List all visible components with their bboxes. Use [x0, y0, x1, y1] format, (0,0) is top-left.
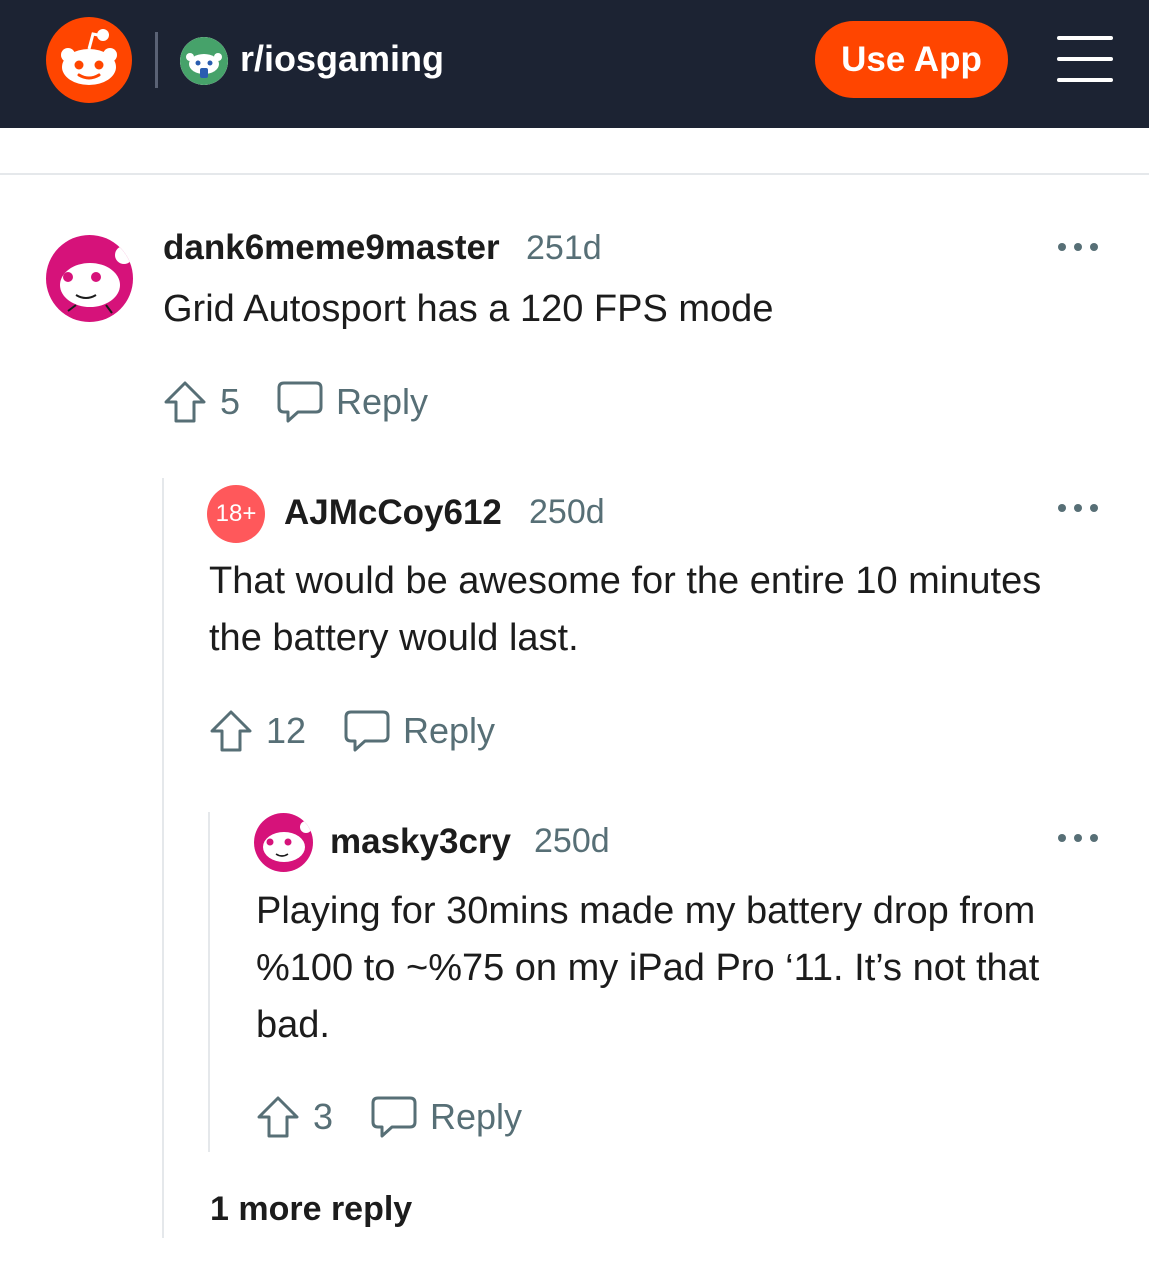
reddit-logo-icon[interactable] [46, 17, 132, 103]
reply-label: Reply [430, 1096, 523, 1137]
comment-username[interactable]: masky3cry [330, 822, 511, 862]
comment-username[interactable]: dank6meme9master [163, 228, 500, 268]
upvote-control[interactable]: 3 [255, 1094, 333, 1140]
upvote-control[interactable]: 5 [162, 379, 240, 425]
comment-age: 250d [529, 493, 605, 531]
hamburger-menu-icon[interactable] [1057, 34, 1113, 84]
reply-button[interactable]: Reply [343, 708, 495, 754]
upvote-icon[interactable] [162, 379, 208, 425]
reply-label: Reply [336, 381, 429, 422]
thread-line[interactable] [208, 812, 210, 1152]
more-replies-link[interactable]: 1 more reply [210, 1190, 412, 1229]
subreddit-name[interactable]: r/iosgaming [240, 37, 444, 81]
upvote-icon[interactable] [208, 708, 254, 754]
nsfw-badge-avatar[interactable]: 18+ [207, 485, 265, 543]
upvote-control[interactable]: 12 [208, 708, 306, 754]
reply-bubble-icon [371, 1096, 417, 1138]
comment-username[interactable]: AJMcCoy612 [284, 493, 502, 533]
more-options-icon[interactable] [1058, 237, 1098, 257]
more-options-icon[interactable] [1058, 828, 1098, 848]
comment-body: That would be awesome for the entire 10 … [209, 560, 1042, 659]
use-app-button[interactable]: Use App [815, 21, 1008, 98]
thread-line[interactable] [162, 478, 164, 1238]
user-avatar[interactable] [46, 235, 133, 322]
more-options-icon[interactable] [1058, 498, 1098, 518]
user-avatar[interactable] [254, 813, 313, 872]
header-separator [0, 173, 1149, 175]
vote-count: 5 [220, 381, 241, 422]
comment-age: 250d [534, 822, 610, 860]
subreddit-avatar-icon[interactable] [180, 37, 228, 85]
vote-count: 12 [266, 710, 307, 751]
comment-body: Playing for 30mins made my battery drop … [256, 890, 1040, 1046]
reply-label: Reply [403, 710, 496, 751]
header-divider [155, 32, 158, 88]
comment-age: 251d [526, 229, 602, 267]
top-app-bar: r/iosgaming Use App [0, 0, 1149, 128]
upvote-icon[interactable] [255, 1094, 301, 1140]
reply-bubble-icon [344, 710, 390, 752]
comment-body: Grid Autosport has a 120 FPS mode [163, 288, 774, 330]
vote-count: 3 [313, 1096, 334, 1137]
reply-bubble-icon [277, 381, 323, 423]
reply-button[interactable]: Reply [276, 379, 428, 425]
reply-button[interactable]: Reply [370, 1094, 522, 1140]
